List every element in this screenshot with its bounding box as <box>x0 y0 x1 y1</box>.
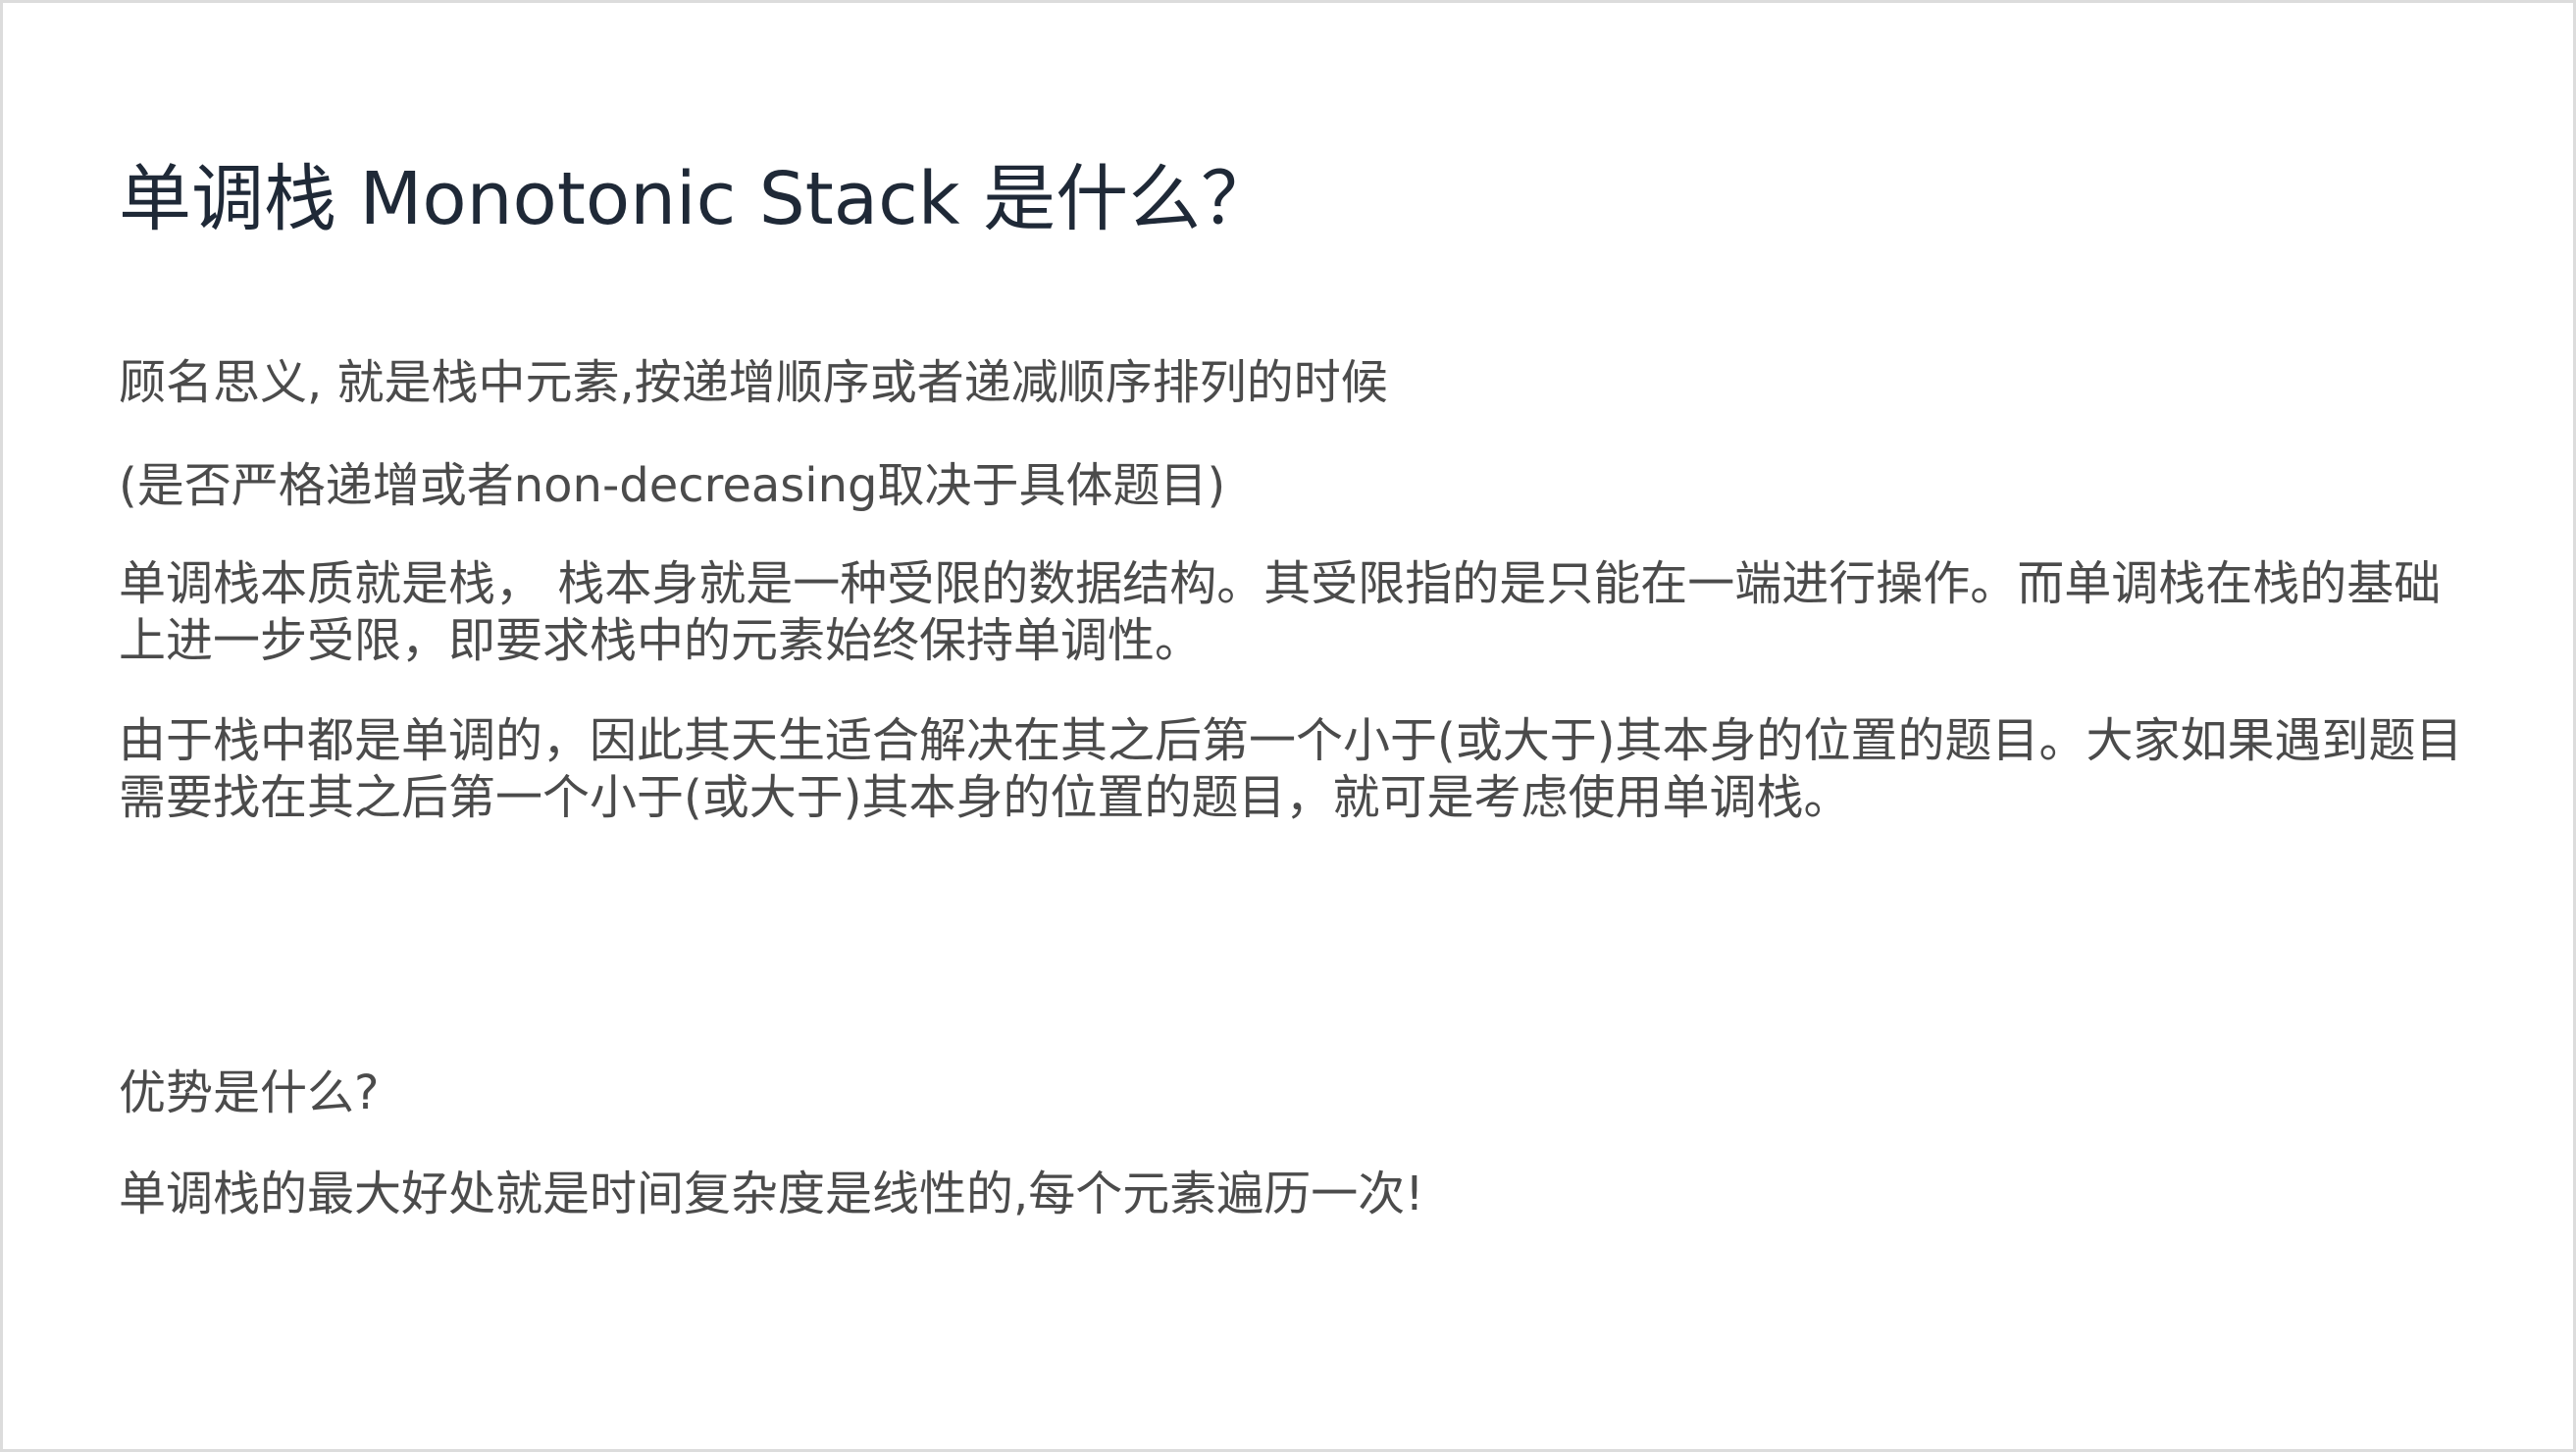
advantage-paragraph: 单调栈的最大好处就是时间复杂度是线性的,每个元素遍历一次! <box>119 1167 1424 1221</box>
slide: 单调栈 Monotonic Stack 是什么？ 顾名思义, 就是栈中元素,按递… <box>0 0 2576 1452</box>
use-case-paragraph: 由于栈中都是单调的，因此其天生适合解决在其之后第一个小于(或大于)其本身的位置的… <box>119 713 2463 825</box>
slide-title: 单调栈 Monotonic Stack 是什么？ <box>119 157 1274 241</box>
advantage-heading: 优势是什么? <box>119 1065 380 1120</box>
essence-paragraph: 单调栈本质就是栈， 栈本身就是一种受限的数据结构。其受限指的是只能在一端进行操作… <box>119 556 2442 668</box>
slide-content: 单调栈 Monotonic Stack 是什么？ 顾名思义, 就是栈中元素,按递… <box>119 150 2463 1221</box>
strictness-note: (是否严格递增或者non-decreasing取决于具体题目) <box>119 458 1226 513</box>
definition-paragraph: 顾名思义, 就是栈中元素,按递增顺序或者递减顺序排列的时候 <box>119 355 1388 410</box>
